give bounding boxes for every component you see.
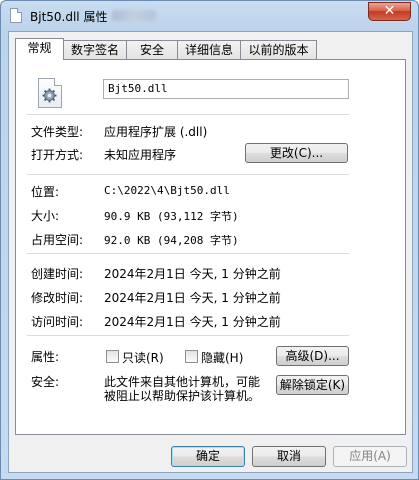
modified-label: 修改时间: — [31, 291, 84, 305]
opens-with-value: 未知应用程序 — [104, 148, 177, 162]
hidden-checkbox[interactable] — [185, 350, 198, 363]
size-label: 大小: — [31, 209, 60, 223]
tab-general[interactable]: 常规 — [15, 38, 64, 60]
security-warning-line2: 被阻止以帮助保护该计算机。 — [104, 389, 261, 403]
size-value: 90.9 KB (93,112 字节) — [104, 210, 239, 223]
opens-with-label: 打开方式: — [31, 148, 84, 162]
modified-value: 2024年2月1日 今天, 1 分钟之前 — [104, 291, 281, 305]
divider — [27, 253, 349, 254]
tab-previous-versions[interactable]: 以前的版本 — [240, 40, 317, 59]
cancel-button[interactable]: 取消 — [252, 446, 326, 467]
dialog-body: 常规 数字签名 安全 详细信息 以前的版本 Bjt50.dll 文件类型: 应用… — [8, 31, 413, 473]
readonly-label[interactable]: 只读(R) — [122, 349, 164, 366]
security-label: 安全: — [31, 375, 60, 389]
title-bar[interactable]: Bjt50.dll 属性 ✕ — [1, 1, 418, 31]
readonly-checkbox[interactable] — [106, 350, 119, 363]
tab-details[interactable]: 详细信息 — [177, 40, 241, 59]
created-value: 2024年2月1日 今天, 1 分钟之前 — [104, 267, 281, 281]
title-blurred-region — [112, 10, 156, 21]
window-title: Bjt50.dll 属性 — [30, 10, 108, 24]
file-type-value: 应用程序扩展 (.dll) — [104, 125, 208, 139]
accessed-value: 2024年2月1日 今天, 1 分钟之前 — [104, 315, 281, 329]
tab-security[interactable]: 安全 — [126, 40, 178, 59]
dll-file-icon — [10, 8, 22, 23]
file-type-label: 文件类型: — [31, 125, 84, 139]
ok-button[interactable]: 确定 — [171, 446, 245, 467]
file-name-field[interactable]: Bjt50.dll — [103, 79, 349, 99]
created-label: 创建时间: — [31, 267, 84, 281]
divider — [27, 174, 349, 175]
size-on-disk-label: 占用空间: — [31, 233, 84, 247]
unblock-button[interactable]: 解除锁定(K) — [276, 375, 349, 395]
general-tab-panel: Bjt50.dll 文件类型: 应用程序扩展 (.dll) 打开方式: 未知应用… — [15, 59, 406, 435]
close-button[interactable]: ✕ — [368, 2, 411, 21]
dll-file-gear-icon — [38, 78, 62, 108]
advanced-button[interactable]: 高级(D)... — [276, 346, 349, 366]
size-on-disk-value: 92.0 KB (94,208 字节) — [104, 234, 239, 247]
hidden-label[interactable]: 隐藏(H) — [201, 349, 243, 366]
attributes-label: 属性: — [31, 350, 60, 364]
accessed-label: 访问时间: — [31, 315, 84, 329]
location-label: 位置: — [31, 185, 60, 199]
change-button[interactable]: 更改(C)... — [245, 143, 348, 163]
divider — [27, 335, 349, 336]
tab-digital-signatures[interactable]: 数字签名 — [63, 40, 127, 59]
location-value: C:\2022\4\Bjt50.dll — [104, 184, 230, 197]
apply-button[interactable]: 应用(A) — [333, 446, 407, 467]
divider — [27, 114, 349, 115]
gear-icon — [42, 88, 57, 103]
properties-window: Bjt50.dll 属性 ✕ 常规 数字签名 安全 详细信息 以前的版本 Bjt… — [0, 0, 419, 480]
